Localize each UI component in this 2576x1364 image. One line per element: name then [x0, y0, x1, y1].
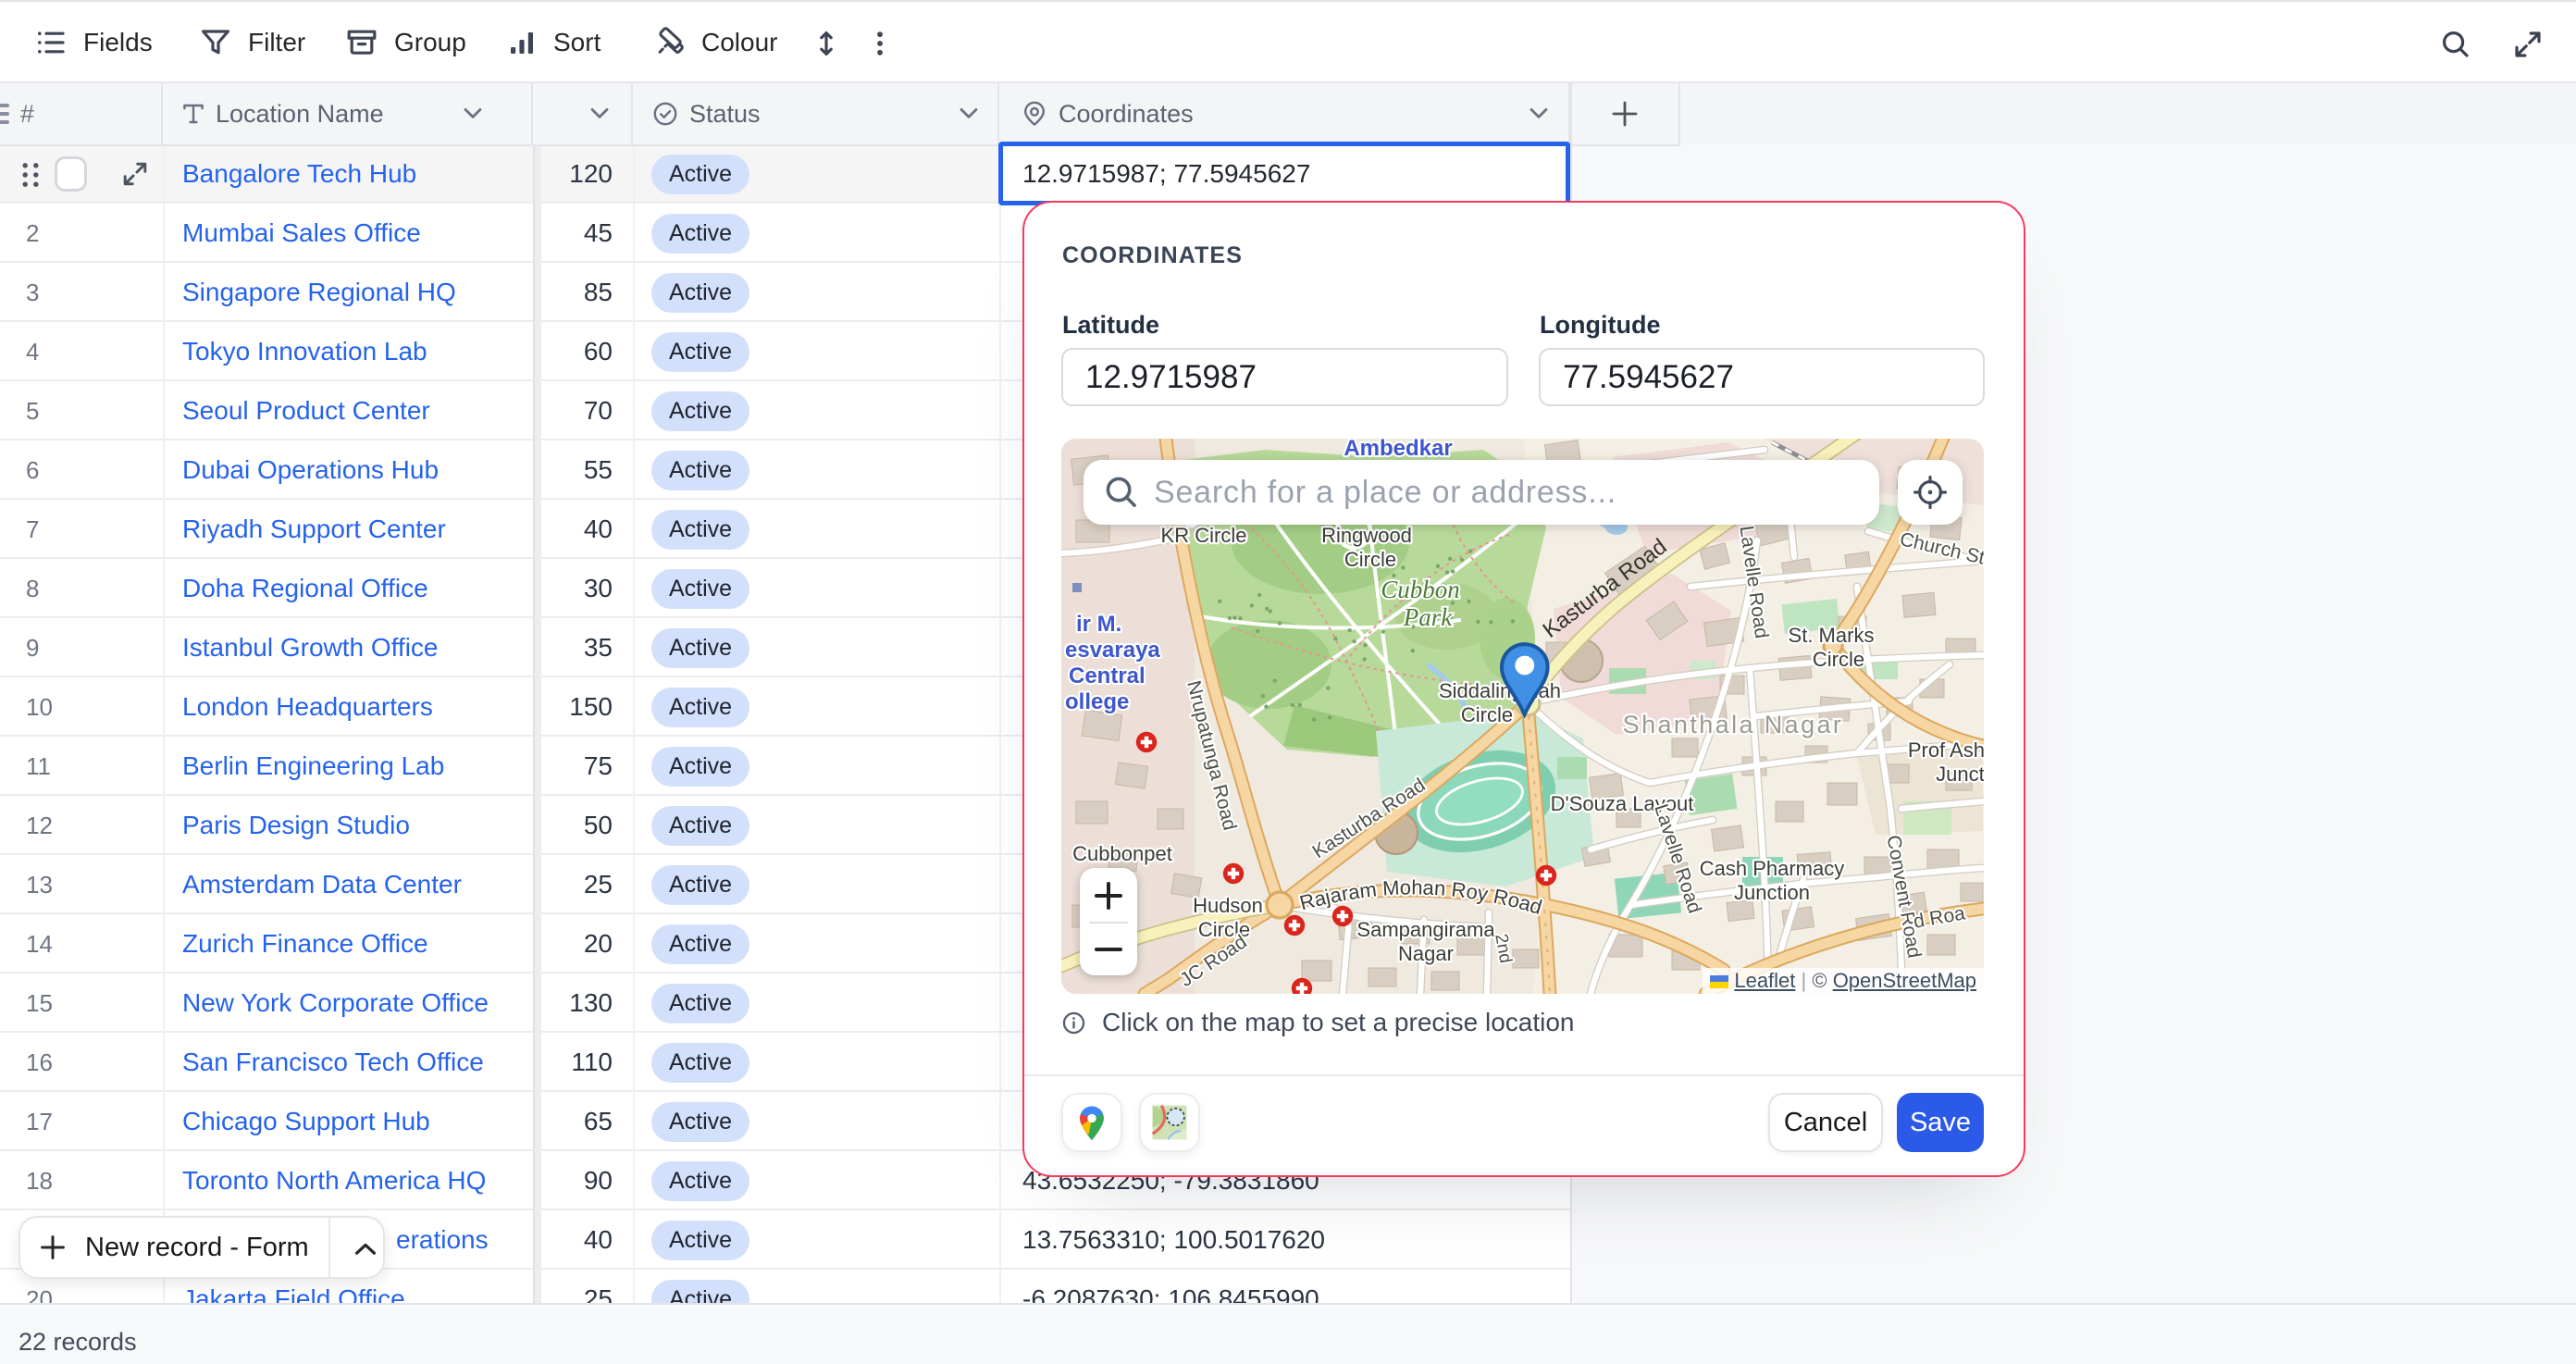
svg-text:Sampangirama: Sampangirama — [1356, 918, 1495, 941]
svg-text:Junction: Junction — [1734, 881, 1810, 904]
svg-text:Park: Park — [1403, 603, 1454, 631]
svg-text:St. Marks: St. Marks — [1789, 624, 1875, 647]
svg-text:Shanthala Nagar: Shanthala Nagar — [1623, 711, 1844, 738]
svg-text:KR Circle: KR Circle — [1161, 524, 1247, 547]
svg-text:Prof Ashirv: Prof Ashirv — [1908, 738, 1984, 762]
svg-text:Nagar: Nagar — [1398, 942, 1454, 965]
svg-text:Ringwood: Ringwood — [1321, 524, 1412, 547]
svg-text:ir M.: ir M. — [1076, 612, 1121, 637]
svg-text:Circle: Circle — [1461, 703, 1513, 726]
svg-text:esvaraya: esvaraya — [1065, 638, 1160, 663]
svg-text:Cash Pharmacy: Cash Pharmacy — [1700, 857, 1845, 880]
svg-text:Junctio: Junctio — [1936, 763, 1984, 786]
svg-text:Cubbonpet: Cubbonpet — [1072, 842, 1172, 865]
svg-text:Circle: Circle — [1344, 548, 1396, 571]
svg-text:Hudson: Hudson — [1193, 894, 1263, 917]
svg-text:Circle: Circle — [1813, 648, 1864, 671]
svg-text:Cubbon: Cubbon — [1381, 576, 1460, 603]
svg-text:Central: Central — [1069, 663, 1146, 688]
svg-text:ollege: ollege — [1065, 689, 1129, 714]
svg-text:Ambedkar: Ambedkar — [1344, 439, 1452, 461]
